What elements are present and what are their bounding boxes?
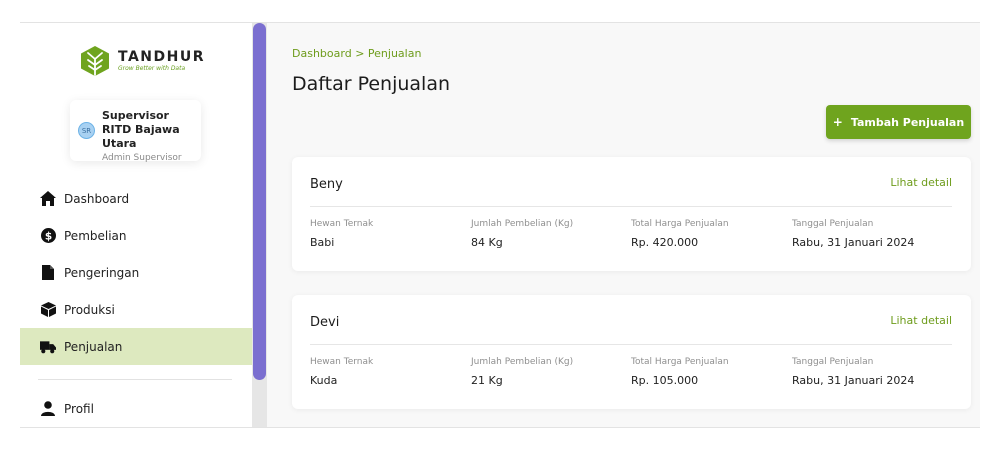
sale-card: Devi Lihat detail Hewan Ternak Kuda Juml… — [292, 295, 971, 409]
truck-icon — [40, 339, 56, 355]
date-column: Tanggal Penjualan Rabu, 31 Januari 2024 — [792, 357, 914, 387]
sidebar: TANDHUR Grow Better with Data SR Supervi… — [20, 23, 252, 427]
card-divider — [310, 344, 952, 345]
animal-value: Babi — [310, 236, 335, 249]
brand-name: TANDHUR — [118, 49, 206, 65]
tandhur-logo-icon — [81, 46, 109, 76]
view-detail-link[interactable]: Lihat detail — [890, 176, 952, 189]
sidebar-item-produksi[interactable]: Produksi — [20, 291, 252, 328]
date-label: Tanggal Penjualan — [792, 357, 874, 367]
price-label: Total Harga Penjualan — [631, 219, 729, 229]
card-divider — [310, 206, 952, 207]
sidebar-item-pengeringan[interactable]: Pengeringan — [20, 254, 252, 291]
buyer-name: Beny — [310, 177, 343, 192]
user-role: Admin Supervisor — [102, 153, 182, 163]
scrollbar-thumb[interactable] — [253, 23, 266, 380]
weight-value: 84 Kg — [471, 236, 503, 249]
date-value: Rabu, 31 Januari 2024 — [792, 374, 915, 387]
add-sale-button[interactable]: + Tambah Penjualan — [826, 105, 971, 139]
price-label: Total Harga Penjualan — [631, 357, 729, 367]
sidebar-item-label: Pengeringan — [64, 265, 140, 280]
weight-column: Jumlah Pembelian (Kg) 21 Kg — [471, 357, 573, 387]
animal-value: Kuda — [310, 374, 338, 387]
view-detail-link[interactable]: Lihat detail — [890, 314, 952, 327]
file-icon — [40, 265, 56, 281]
sidebar-item-label: Pembelian — [64, 228, 127, 243]
user-profile-card[interactable]: SR Supervisor RITD Bajawa Utara Admin Su… — [70, 100, 201, 163]
weight-label: Jumlah Pembelian (Kg) — [471, 219, 574, 229]
sidebar-item-penjualan[interactable]: Penjualan — [20, 328, 252, 365]
brand-logo[interactable]: TANDHUR Grow Better with Data — [80, 45, 205, 77]
sidebar-item-label: Penjualan — [64, 339, 123, 354]
page-title: Daftar Penjualan — [292, 73, 451, 95]
plus-icon: + — [832, 115, 843, 129]
sidebar-item-profil[interactable]: Profil — [20, 390, 252, 427]
animal-label: Hewan Ternak — [310, 219, 374, 229]
home-icon — [40, 191, 56, 207]
breadcrumb-root[interactable]: Dashboard — [292, 47, 352, 60]
sidebar-item-label: Produksi — [64, 302, 115, 317]
animal-label: Hewan Ternak — [310, 357, 374, 367]
price-value: Rp. 420.000 — [631, 236, 699, 249]
sidebar-nav: Dashboard $ Pembelian Pengeringan Produk… — [20, 180, 252, 365]
svg-text:$: $ — [44, 230, 51, 242]
weight-column: Jumlah Pembelian (Kg) 84 Kg — [471, 219, 573, 249]
sidebar-scrollbar[interactable] — [252, 23, 267, 427]
user-name: Supervisor RITD Bajawa Utara — [102, 109, 180, 150]
date-column: Tanggal Penjualan Rabu, 31 Januari 2024 — [792, 219, 914, 249]
date-value: Rabu, 31 Januari 2024 — [792, 236, 915, 249]
price-column: Total Harga Penjualan Rp. 105.000 — [631, 357, 729, 387]
breadcrumb-separator: > — [355, 47, 365, 60]
add-sale-label: Tambah Penjualan — [850, 115, 965, 129]
weight-value: 21 Kg — [471, 374, 503, 387]
main-content: Dashboard > Penjualan Daftar Penjualan +… — [267, 23, 980, 427]
breadcrumb-current: Penjualan — [367, 47, 422, 60]
user-icon — [40, 401, 56, 417]
dollar-circle-icon: $ — [40, 228, 56, 244]
sidebar-item-dashboard[interactable]: Dashboard — [20, 180, 252, 217]
weight-label: Jumlah Pembelian (Kg) — [471, 357, 574, 367]
breadcrumb: Dashboard > Penjualan — [292, 47, 421, 60]
brand-tagline: Grow Better with Data — [118, 65, 186, 72]
price-value: Rp. 105.000 — [631, 374, 699, 387]
animal-column: Hewan Ternak Babi — [310, 219, 373, 249]
sale-card: Beny Lihat detail Hewan Ternak Babi Juml… — [292, 157, 971, 271]
app-window: TANDHUR Grow Better with Data SR Supervi… — [20, 22, 980, 428]
box-icon — [40, 302, 56, 318]
sidebar-item-label: Profil — [64, 401, 94, 416]
sidebar-item-label: Dashboard — [64, 191, 130, 206]
date-label: Tanggal Penjualan — [792, 219, 874, 229]
animal-column: Hewan Ternak Kuda — [310, 357, 373, 387]
avatar: SR — [78, 122, 95, 139]
price-column: Total Harga Penjualan Rp. 420.000 — [631, 219, 729, 249]
sidebar-divider — [38, 379, 232, 380]
buyer-name: Devi — [310, 315, 340, 330]
sidebar-item-pembelian[interactable]: $ Pembelian — [20, 217, 252, 254]
